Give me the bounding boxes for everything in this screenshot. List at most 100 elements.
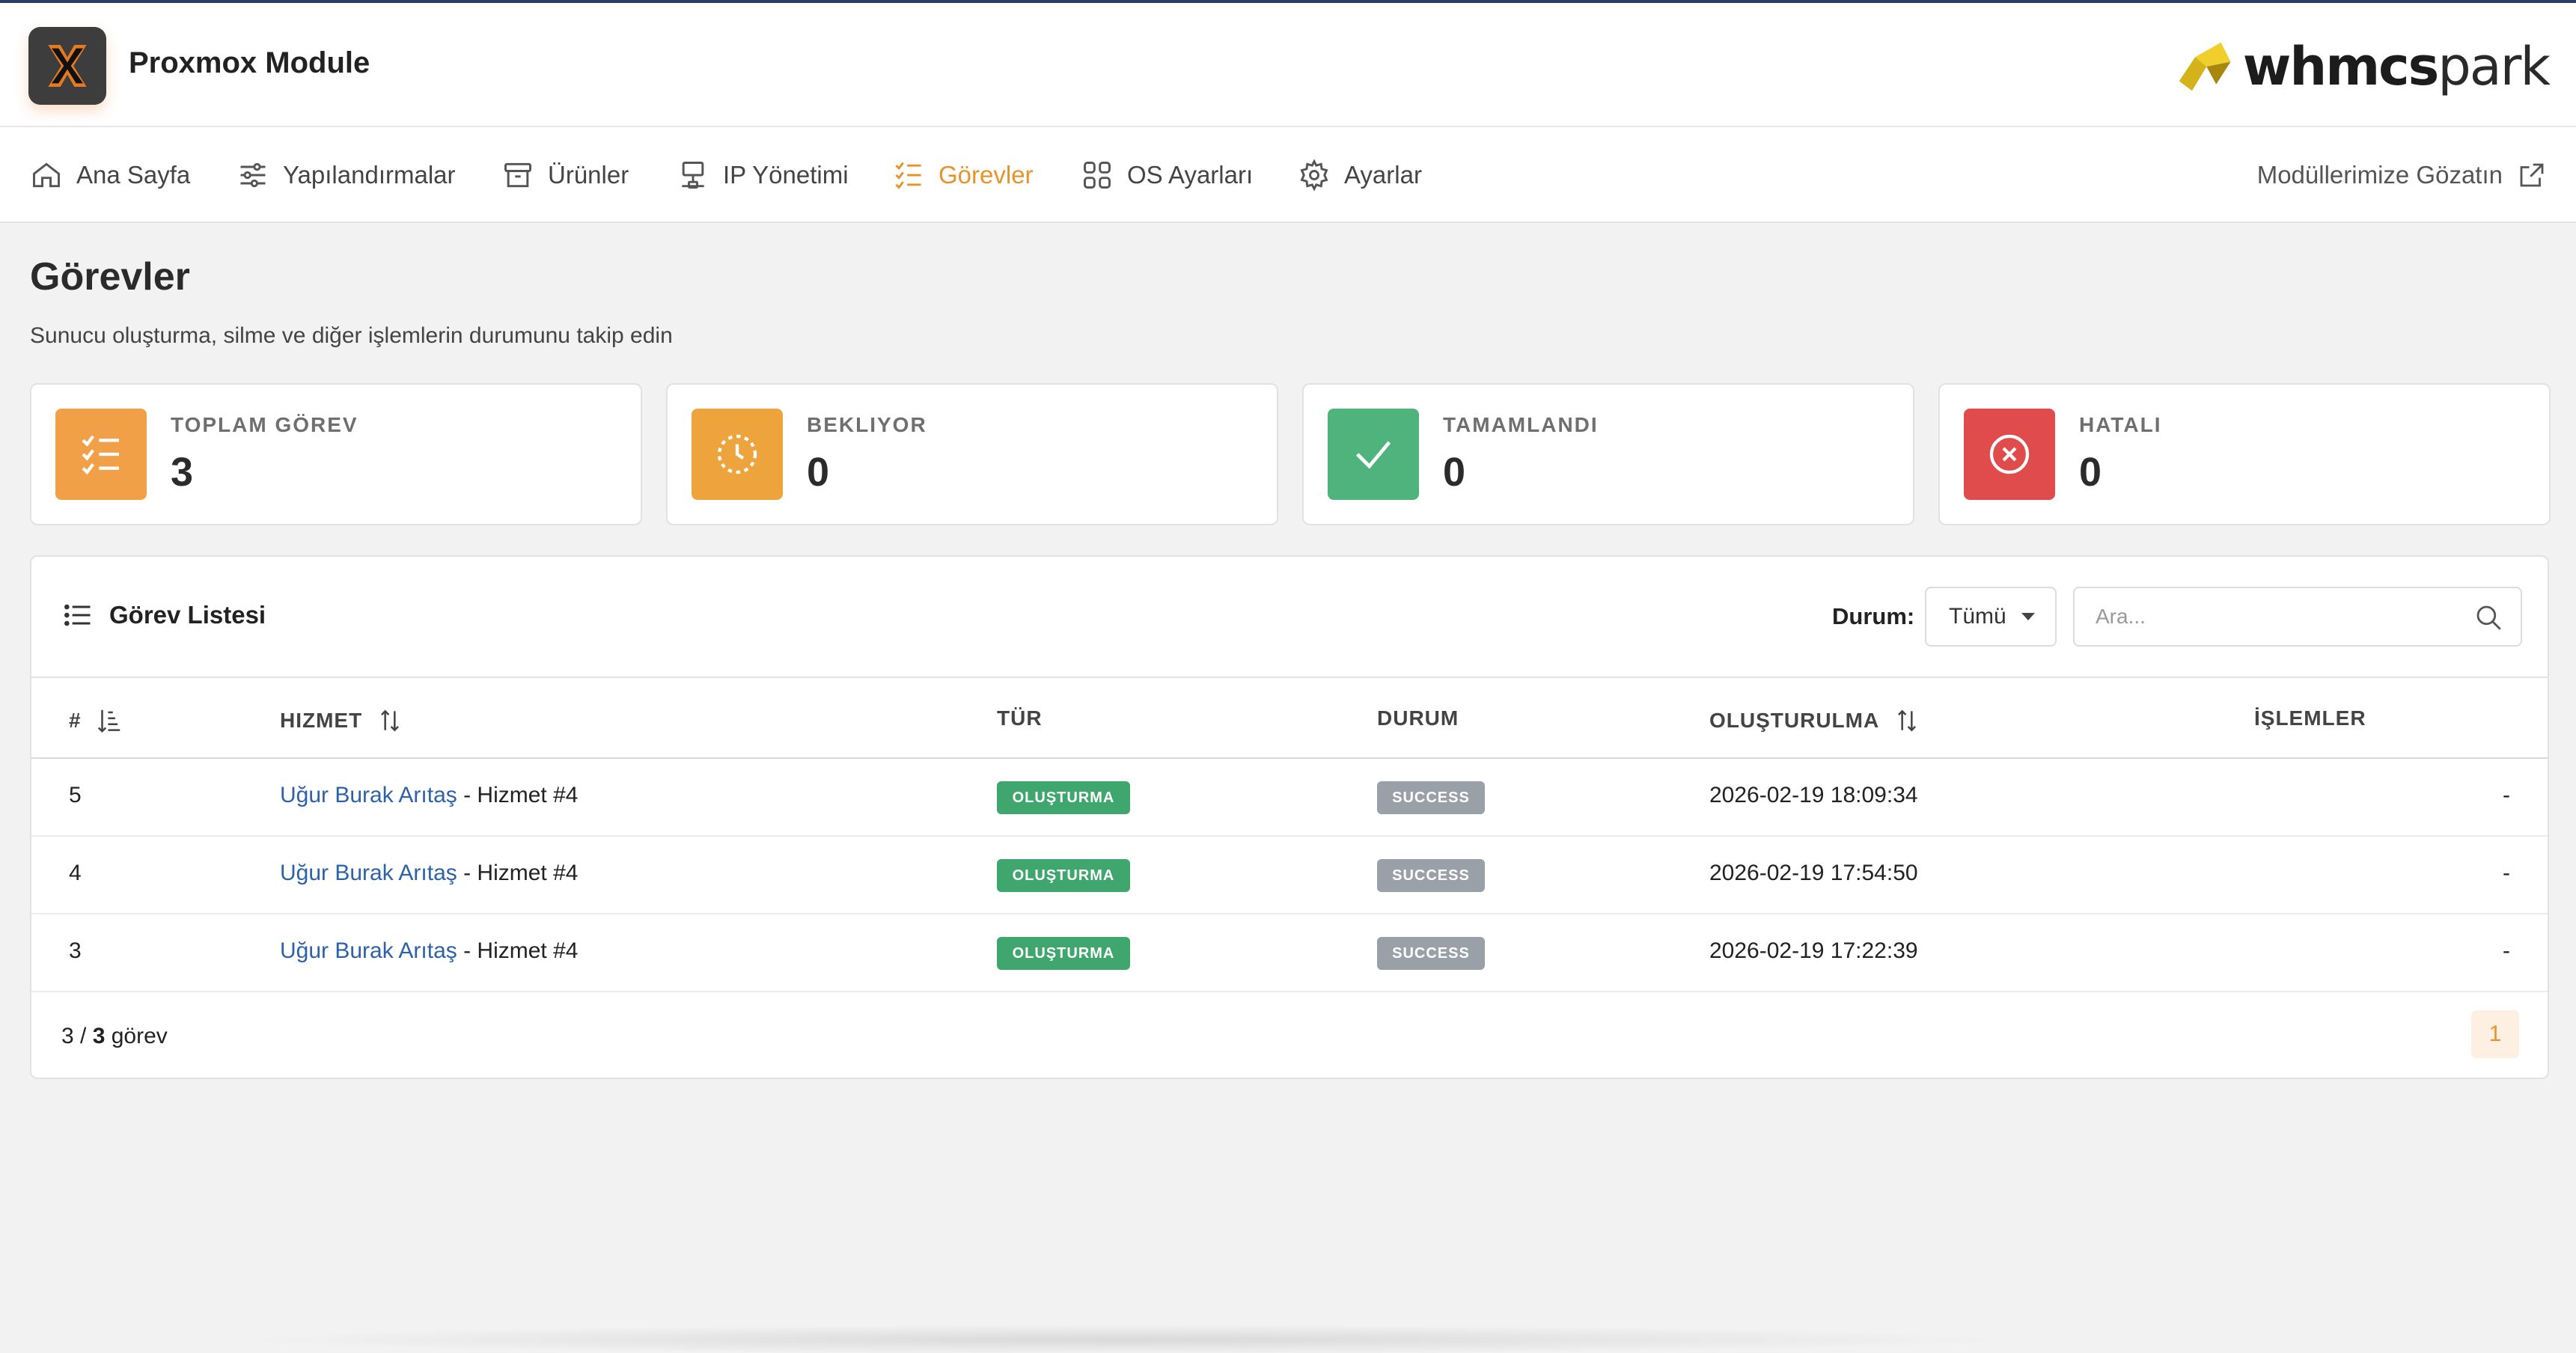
external-modules-link[interactable]: Modüllerimize Gözatın	[2257, 127, 2548, 223]
task-service: Uğur Burak Arıtaş - Hizmet #4	[280, 861, 578, 886]
table-row: 4 Uğur Burak Arıtaş - Hizmet #4 OLUŞTURM…	[31, 837, 2548, 914]
service-name: - Hizmet #4	[457, 938, 579, 963]
nav-item-label: IP Yönetimi	[723, 161, 849, 189]
sliders-icon	[240, 162, 266, 188]
customer-link[interactable]: Uğur Burak Arıtaş	[280, 783, 457, 807]
task-created: 2026-02-19 18:09:34	[1709, 783, 1918, 807]
sort-icon	[1898, 709, 1917, 732]
stat-card-total: TOPLAM GÖREV 3	[30, 383, 642, 525]
task-type-badge: OLUŞTURMA	[997, 781, 1130, 814]
task-status-badge: SUCCESS	[1377, 937, 1485, 970]
nav-item-label: Görevler	[938, 161, 1034, 189]
nav-item-os-ayarlari[interactable]: OS Ayarları	[1081, 127, 1253, 223]
table-footer: 3 / 3 görev 1	[31, 992, 2548, 1078]
nav-item-ana-sayfa[interactable]: Ana Sayfa	[30, 127, 190, 223]
page-title: Görevler	[30, 255, 190, 299]
sort-icon	[381, 709, 400, 732]
list-icon	[64, 604, 91, 626]
stat-label: BEKLIYOR	[807, 413, 927, 436]
external-link-icon	[2520, 163, 2544, 187]
nav-item-label: Yapılandırmalar	[283, 161, 456, 189]
nav-item-urunler[interactable]: Ürünler	[501, 127, 629, 223]
task-actions: -	[2503, 938, 2510, 963]
customer-link[interactable]: Uğur Burak Arıtaş	[280, 861, 457, 885]
column-header-status: DURUM	[1377, 706, 1459, 730]
stat-label: HATALI	[2079, 413, 2162, 436]
column-header-actions: İŞLEMLER	[2254, 706, 2366, 730]
bottom-shadow	[225, 1325, 2021, 1353]
whmcspark-logo: whmcspark	[2171, 33, 2551, 100]
task-id: 4	[69, 861, 82, 885]
task-list-title-text: Görev Listesi	[109, 601, 266, 629]
task-id: 5	[69, 783, 82, 807]
nav-item-ip-yonetimi[interactable]: IP Yönetimi	[677, 127, 849, 223]
nav-item-label: OS Ayarları	[1127, 161, 1254, 189]
stat-value: 3	[171, 450, 194, 495]
task-list-icon	[82, 435, 119, 475]
external-modules-label: Modüllerimize Gözatın	[2256, 161, 2503, 189]
table-header: # HIZMET TÜR DURUM OLUŞTURULMA İŞLEMLER	[31, 678, 2548, 759]
task-list-icon	[895, 162, 921, 189]
archive-box-icon	[504, 162, 531, 188]
x-circle-icon	[1989, 434, 2030, 474]
nav-item-label: Ayarlar	[1344, 161, 1422, 189]
stat-icon-box	[1328, 409, 1419, 500]
task-service: Uğur Burak Arıtaş - Hizmet #4	[280, 938, 578, 964]
whmcspark-wordmark: whmcspark	[2242, 36, 2551, 97]
network-icon	[682, 162, 704, 189]
proxmox-logo-icon	[28, 27, 106, 105]
main-nav: Ana Sayfa Yapılandırmalar Ürünler IP Yön…	[0, 127, 2576, 223]
task-id: 3	[69, 938, 82, 963]
service-name: - Hizmet #4	[457, 783, 579, 807]
task-count: 3 / 3 görev	[61, 1024, 168, 1048]
stat-icon-box	[1964, 409, 2055, 500]
task-created: 2026-02-19 17:54:50	[1709, 861, 1918, 885]
task-status-badge: SUCCESS	[1377, 859, 1485, 892]
stat-value: 0	[1443, 450, 1466, 495]
status-filter-select[interactable]: Tümü	[1925, 587, 2057, 647]
column-header-id[interactable]: #	[69, 706, 123, 735]
search-input[interactable]	[2096, 600, 2455, 633]
search-box	[2073, 587, 2522, 647]
nav-item-yapilandirmalar[interactable]: Yapılandırmalar	[236, 127, 456, 223]
stat-card-pending: BEKLIYOR 0	[666, 383, 1278, 525]
column-header-created[interactable]: OLUŞTURULMA	[1709, 706, 1921, 735]
service-name: - Hizmet #4	[457, 861, 579, 885]
stat-value: 0	[807, 450, 830, 495]
stat-icon-box	[692, 409, 783, 500]
stat-card-completed: TAMAMLANDI 0	[1302, 383, 1914, 525]
task-list-title: Görev Listesi	[61, 599, 266, 632]
stat-label: TAMAMLANDI	[1443, 413, 1599, 436]
nav-item-gorevler[interactable]: Görevler	[892, 127, 1034, 223]
status-filter-label: Durum:	[1832, 603, 1915, 629]
gear-icon	[1300, 159, 1328, 192]
stat-card-failed: HATALI 0	[1938, 383, 2551, 525]
app-title: Proxmox Module	[129, 46, 370, 79]
home-icon	[33, 162, 60, 188]
task-list-header: Görev Listesi Durum: Tümü	[31, 557, 2548, 678]
task-actions: -	[2503, 783, 2510, 807]
nav-item-ayarlar[interactable]: Ayarlar	[1298, 127, 1422, 223]
check-icon	[1355, 441, 1391, 469]
table-row: 5 Uğur Burak Arıtaş - Hizmet #4 OLUŞTURM…	[31, 759, 2548, 837]
app-header: Proxmox Module whmcspark	[0, 3, 2576, 127]
task-service: Uğur Burak Arıtaş - Hizmet #4	[280, 783, 578, 808]
nav-item-label: Ana Sayfa	[76, 161, 191, 189]
pagination-page-1[interactable]: 1	[2471, 1010, 2519, 1058]
page-subtitle: Sunucu oluşturma, silme ve diğer işlemle…	[30, 323, 673, 348]
table-row: 3 Uğur Burak Arıtaş - Hizmet #4 OLUŞTURM…	[31, 914, 2548, 992]
task-type-badge: OLUŞTURMA	[997, 937, 1130, 970]
stat-icon-box	[55, 409, 147, 500]
search-icon[interactable]	[2473, 602, 2504, 633]
task-actions: -	[2503, 861, 2510, 885]
task-type-badge: OLUŞTURMA	[997, 859, 1130, 892]
caret-down-icon	[2021, 613, 2035, 620]
sort-ascending-icon	[97, 709, 120, 733]
column-header-type: TÜR	[997, 706, 1043, 730]
status-filter-value: Tümü	[1949, 604, 2006, 629]
customer-link[interactable]: Uğur Burak Arıtaş	[280, 938, 457, 963]
column-header-service[interactable]: HIZMET	[280, 706, 404, 735]
clock-icon	[717, 434, 757, 474]
grid-icon	[1084, 162, 1111, 189]
stat-label: TOPLAM GÖREV	[171, 413, 358, 436]
